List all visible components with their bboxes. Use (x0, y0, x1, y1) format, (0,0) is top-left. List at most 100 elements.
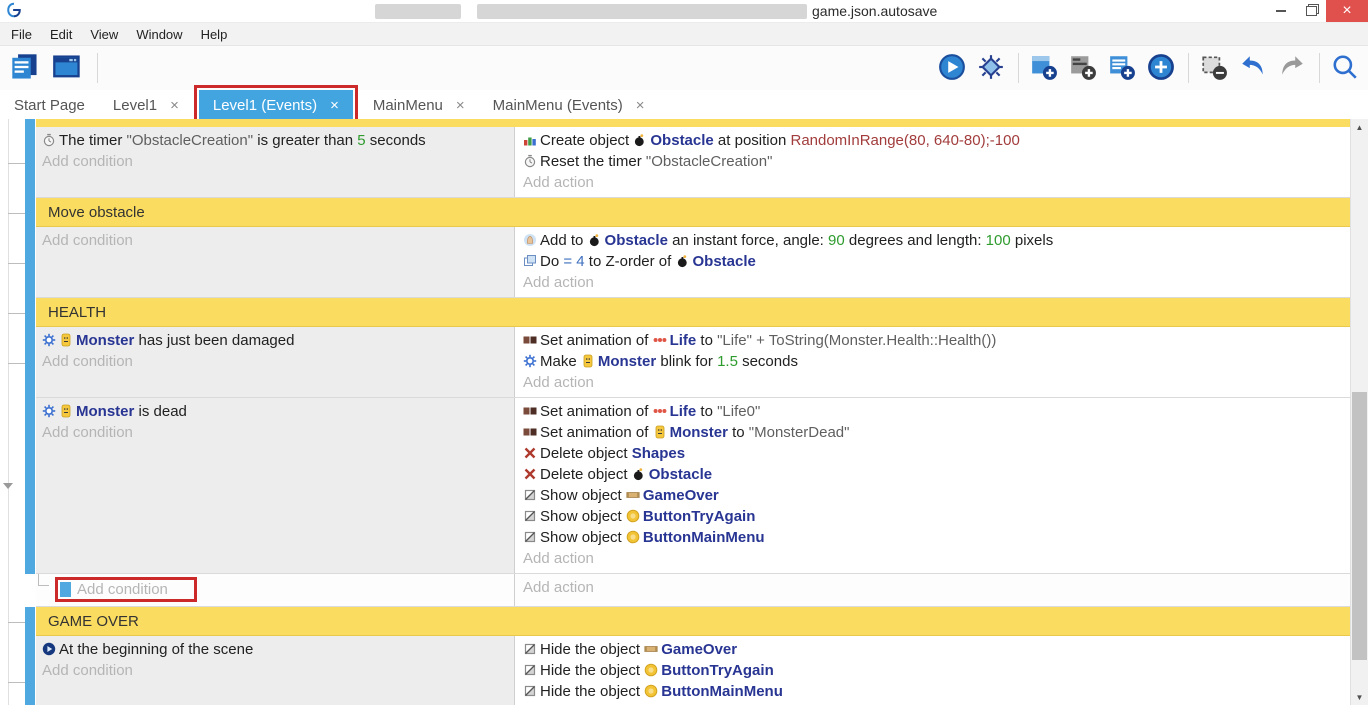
play-button[interactable] (937, 52, 969, 84)
event-selection-bar[interactable] (25, 198, 35, 227)
action-line[interactable]: Show object GameOver (523, 485, 1345, 506)
menu-item-window[interactable]: Window (127, 27, 191, 42)
event-row[interactable]: Monster has just been damagedAdd conditi… (36, 327, 1351, 398)
actions-cell[interactable]: Set animation of Life to "Life" + ToStri… (514, 327, 1351, 397)
add-condition-link[interactable]: Add condition (42, 230, 508, 251)
menu-item-help[interactable]: Help (192, 27, 237, 42)
event-selection-bar[interactable] (25, 127, 35, 198)
condition-line[interactable]: The timer "ObstacleCreation" is greater … (42, 130, 508, 151)
event-row[interactable]: At the beginning of the sceneAdd conditi… (36, 636, 1351, 705)
empty-event-row[interactable]: Add condition Add action (36, 574, 1351, 607)
add-condition-link[interactable]: Add condition (42, 660, 508, 681)
menu-item-edit[interactable]: Edit (41, 27, 81, 42)
project-manager-button[interactable] (10, 52, 42, 84)
undo-button[interactable] (1238, 52, 1270, 84)
actions-cell[interactable]: Hide the object GameOverHide the object … (514, 636, 1351, 705)
tab-start-page[interactable]: Start Page (0, 90, 99, 121)
actions-cell[interactable]: Set animation of Life to "Life0"Set anim… (514, 398, 1351, 573)
action-line[interactable]: Set animation of Life to "Life" + ToStri… (523, 330, 1345, 351)
event-selection-bar[interactable] (25, 119, 35, 127)
action-line[interactable]: Hide the object GameOver (523, 639, 1345, 660)
event-selection-bar[interactable] (25, 398, 35, 574)
tab-mainmenu[interactable]: MainMenu× (359, 90, 479, 121)
action-line[interactable]: Show object ButtonTryAgain (523, 506, 1345, 527)
action-line[interactable]: Set animation of Monster to "MonsterDead… (523, 422, 1345, 443)
actions-cell[interactable]: Add to Obstacle an instant force, angle:… (514, 227, 1351, 297)
scroll-down-arrow[interactable]: ▼ (1351, 689, 1368, 705)
action-line[interactable]: Show object ButtonMainMenu (523, 527, 1345, 548)
event-group-game-over[interactable]: GAME OVER (36, 607, 1351, 636)
actions-cell[interactable]: Create object Obstacle at position Rando… (514, 127, 1351, 197)
event-row[interactable]: The timer "ObstacleCreation" is greater … (36, 127, 1351, 198)
actions-cell[interactable]: Add action (514, 574, 1351, 606)
conditions-cell[interactable]: Monster has just been damagedAdd conditi… (36, 327, 514, 397)
scroll-up-arrow[interactable]: ▲ (1351, 119, 1368, 135)
add-condition-link[interactable]: Add condition (42, 351, 508, 372)
event-selection-bar[interactable] (25, 327, 35, 398)
tab-close-icon[interactable]: × (330, 97, 339, 114)
add-action-link[interactable]: Add action (523, 577, 1345, 598)
event-selection-bar[interactable] (25, 298, 35, 327)
condition-line[interactable]: At the beginning of the scene (42, 639, 508, 660)
action-line[interactable]: Hide the object ButtonMainMenu (523, 681, 1345, 702)
add-condition-link[interactable]: Add condition (42, 151, 508, 172)
event-selection-bar[interactable] (25, 227, 35, 298)
collapse-arrow-icon[interactable] (3, 483, 13, 489)
add-condition-link[interactable]: Add condition (77, 581, 168, 598)
event-selection-bar[interactable] (25, 636, 35, 705)
condition-line[interactable]: Monster is dead (42, 401, 508, 422)
conditions-cell[interactable]: At the beginning of the sceneAdd conditi… (36, 636, 514, 705)
event-row[interactable]: Add condition Add to Obstacle an instant … (36, 227, 1351, 298)
action-line[interactable]: Do = 4 to Z-order of Obstacle (523, 251, 1345, 272)
add-subevent-button[interactable] (1068, 52, 1100, 84)
add-event-button[interactable] (1029, 52, 1061, 84)
text-segment: 90 (828, 232, 845, 249)
add-action-link[interactable]: Add action (523, 172, 1345, 193)
tab-level1-events[interactable]: Level1 (Events)× (199, 90, 353, 121)
vertical-scrollbar[interactable]: ▲ ▼ (1350, 119, 1368, 705)
event-group-move-obstacle[interactable]: Move obstacle (36, 198, 1351, 227)
conditions-cell[interactable]: Monster is deadAdd condition (36, 398, 514, 573)
text-segment: = 4 (563, 253, 584, 270)
scrollbar-thumb[interactable] (1352, 392, 1367, 660)
add-action-link[interactable]: Add action (523, 272, 1345, 293)
action-line[interactable]: Make Monster blink for 1.5 seconds (523, 351, 1345, 372)
conditions-cell[interactable]: Add condition (36, 227, 514, 297)
tab-close-icon[interactable]: × (636, 97, 645, 114)
tab-level1[interactable]: Level1× (99, 90, 193, 121)
close-button[interactable]: × (1326, 0, 1368, 22)
minimize-button[interactable] (1266, 0, 1296, 22)
add-subevent-icon (1069, 53, 1097, 84)
action-line[interactable]: Create object Obstacle at position Rando… (523, 130, 1345, 151)
add-action-link[interactable]: Add action (523, 372, 1345, 393)
menu-item-file[interactable]: File (2, 27, 41, 42)
action-line[interactable]: Reset the timer "ObstacleCreation" (523, 151, 1345, 172)
add-action-link[interactable]: Add action (523, 548, 1345, 569)
add-condition-link[interactable]: Add condition (42, 422, 508, 443)
add-new-event-button[interactable] (1146, 52, 1178, 84)
tab-mainmenu-events[interactable]: MainMenu (Events)× (479, 90, 659, 121)
action-line[interactable]: Delete object Obstacle (523, 464, 1345, 485)
event-row[interactable]: Monster is deadAdd conditionSet animatio… (36, 398, 1351, 574)
add-comment-button[interactable] (1107, 52, 1139, 84)
action-line[interactable]: Set animation of Life to "Life0" (523, 401, 1345, 422)
redo-button[interactable] (1277, 52, 1309, 84)
delete-event-button[interactable] (1199, 52, 1231, 84)
event-selection-bar[interactable] (25, 607, 35, 636)
condition-line[interactable]: Monster has just been damaged (42, 330, 508, 351)
action-line[interactable]: Hide the object ButtonTryAgain (523, 660, 1345, 681)
tab-close-icon[interactable]: × (456, 97, 465, 114)
tab-close-icon[interactable]: × (170, 97, 179, 114)
text-segment: 5 (357, 132, 365, 149)
debug-button[interactable] (976, 52, 1008, 84)
tree-connector (8, 682, 25, 683)
conditions-cell[interactable]: The timer "ObstacleCreation" is greater … (36, 127, 514, 197)
conditions-cell[interactable]: Add condition (36, 574, 514, 606)
menu-item-view[interactable]: View (81, 27, 127, 42)
scene-editor-button[interactable] (52, 52, 84, 84)
restore-button[interactable] (1296, 0, 1326, 22)
action-line[interactable]: Add to Obstacle an instant force, angle:… (523, 230, 1345, 251)
event-group-health[interactable]: HEALTH (36, 298, 1351, 327)
action-line[interactable]: Delete object Shapes (523, 443, 1345, 464)
search-button[interactable] (1330, 52, 1362, 84)
